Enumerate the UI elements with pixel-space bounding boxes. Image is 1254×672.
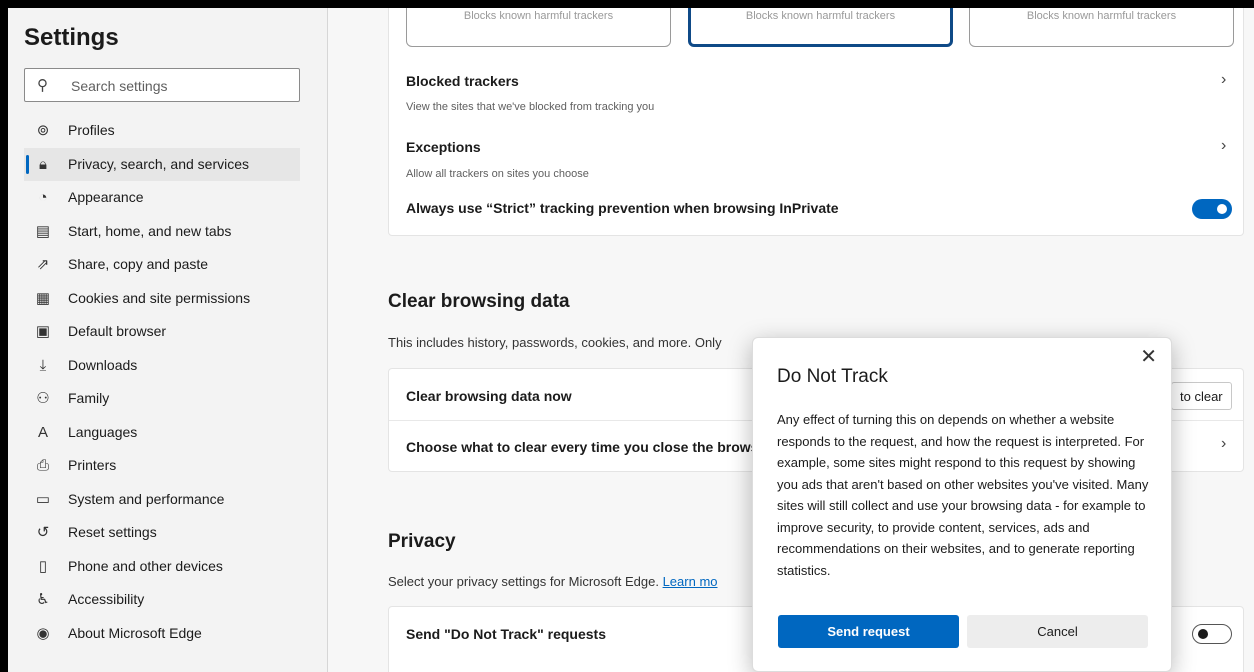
strict-inprivate-label: Always use “Strict” tracking prevention …	[406, 200, 839, 216]
system-icon: ▭	[35, 490, 51, 508]
dialog-body: Any effect of turning this on depends on…	[777, 412, 1149, 578]
clear-browsing-desc: This includes history, passwords, cookie…	[388, 335, 722, 350]
sidebar-item-phone-and-other-devices[interactable]: ▯ Phone and other devices	[24, 550, 300, 584]
dnt-toggle[interactable]	[1192, 624, 1232, 644]
sidebar-item-appearance[interactable]: ◔ Appearance	[24, 181, 300, 215]
page-title: Settings	[24, 24, 119, 51]
tracking-prevention-card: Blocks known harmful trackers Blocks kno…	[388, 8, 1244, 236]
sidebar-item-default-browser[interactable]: ▣ Default browser	[24, 315, 300, 349]
chevron-right-icon[interactable]: ›	[1221, 71, 1226, 89]
sidebar-item-label: About Microsoft Edge	[68, 624, 202, 641]
tile-text: Blocks known harmful trackers	[1026, 10, 1177, 22]
browser-icon: ▣	[35, 323, 51, 340]
sidebar-item-label: Reset settings	[68, 524, 157, 540]
learn-more-link[interactable]: Learn mo	[663, 574, 718, 589]
sidebar-item-label: Phone and other devices	[68, 557, 223, 574]
sidebar-item-label: Privacy, search, and services	[68, 155, 250, 172]
sidebar-item-cookies-and-site-permissions[interactable]: ▦ Cookies and site permissions	[24, 282, 300, 316]
languages-icon: A	[37, 423, 48, 441]
sidebar-item-printers[interactable]: ⎙ Printers	[24, 449, 300, 483]
close-icon[interactable]: ✕	[1140, 344, 1157, 369]
sidebar-item-downloads[interactable]: ⤓ Downloads	[24, 349, 300, 383]
family-icon: ⚇	[36, 390, 50, 407]
sidebar-item-label: Appearance	[68, 189, 144, 205]
search-placeholder: Search settings	[71, 78, 168, 94]
sidebar-item-label: Languages	[68, 423, 138, 440]
sidebar-item-label: Start, home, and new tabs	[68, 222, 232, 239]
clear-on-close-label[interactable]: Choose what to clear every time you clos…	[406, 439, 758, 455]
profile-icon: ⊚	[36, 122, 50, 139]
send-request-button[interactable]: Send request	[778, 615, 959, 648]
clear-browsing-heading: Clear browsing data	[388, 291, 570, 312]
chevron-right-icon[interactable]: ›	[1221, 137, 1226, 155]
search-input[interactable]: ⚲ Search settings	[24, 68, 300, 102]
exceptions-sub: Allow all trackers on sites you choose	[406, 168, 589, 180]
sidebar-item-share-copy-and-paste[interactable]: ⇗ Share, copy and paste	[24, 248, 300, 282]
clear-now-label: Clear browsing data now	[406, 388, 572, 404]
download-icon: ⤓	[39, 356, 47, 374]
active-indicator	[26, 154, 29, 174]
dialog-title: Do Not Track	[777, 366, 888, 387]
home-tabs-icon: ▤	[35, 222, 51, 240]
privacy-desc: Select your privacy settings for Microso…	[388, 574, 718, 589]
main-content: Blocks known harmful trackers Blocks kno…	[328, 8, 1254, 672]
sidebar-item-label: Family	[68, 390, 110, 406]
sidebar-item-label: Accessibility	[68, 591, 145, 607]
tracking-tile-strict[interactable]: Blocks known harmful trackers	[969, 8, 1234, 47]
tile-text: Blocks known harmful trackers	[463, 10, 614, 22]
sidebar: Settings ⚲ Search settings ⊚ Profiles 🔒︎ Pr…	[8, 8, 328, 672]
sidebar-item-label: Profiles	[68, 122, 115, 138]
sidebar-item-privacy-search-and-services[interactable]: 🔒︎ Privacy, search, and services	[24, 147, 300, 181]
palette-icon: ◔	[38, 189, 48, 206]
strict-inprivate-toggle[interactable]	[1192, 199, 1232, 219]
accessibility-icon: ♿︎	[36, 591, 50, 608]
sidebar-item-start-home-and-new-tabs[interactable]: ▤ Start, home, and new tabs	[24, 215, 300, 249]
sidebar-item-languages[interactable]: A Languages	[24, 416, 300, 450]
dnt-label: Send "Do Not Track" requests	[406, 626, 606, 642]
sidebar-item-about-microsoft-edge[interactable]: ◉ About Microsoft Edge	[24, 617, 300, 651]
edge-logo-icon: ◉	[36, 624, 50, 642]
sidebar-item-label: System and performance	[68, 490, 225, 507]
do-not-track-dialog: ✕ Do Not Track Any effect of turning thi…	[752, 337, 1172, 672]
privacy-heading: Privacy	[388, 531, 456, 552]
sidebar-item-label: Cookies and site permissions	[68, 289, 251, 306]
exceptions-title[interactable]: Exceptions	[406, 139, 481, 155]
chevron-right-icon[interactable]: ›	[1221, 435, 1226, 453]
lock-icon: 🔒︎	[39, 155, 47, 173]
choose-what-to-clear-button[interactable]: to clear	[1171, 382, 1232, 410]
sidebar-item-reset-settings[interactable]: ↺ Reset settings	[24, 516, 300, 550]
tile-text: Blocks known harmful trackers	[745, 10, 896, 22]
tracking-tile-balanced[interactable]: Blocks known harmful trackers	[688, 8, 953, 47]
tracking-tile-basic[interactable]: Blocks known harmful trackers	[406, 8, 671, 47]
sidebar-item-family[interactable]: ⚇ Family	[24, 382, 300, 416]
printer-icon: ⎙	[36, 457, 49, 474]
sidebar-item-label: Default browser	[68, 323, 167, 339]
cancel-button[interactable]: Cancel	[967, 615, 1148, 648]
cookies-icon: ▦	[35, 289, 51, 307]
settings-window: Settings ⚲ Search settings ⊚ Profiles 🔒︎ Pr…	[8, 8, 1254, 672]
search-icon: ⚲	[37, 77, 48, 94]
sidebar-item-profiles[interactable]: ⊚ Profiles	[24, 114, 300, 148]
blocked-trackers-title[interactable]: Blocked trackers	[406, 73, 519, 89]
sidebar-item-label: Downloads	[68, 356, 138, 373]
sidebar-item-accessibility[interactable]: ♿︎ Accessibility	[24, 583, 300, 617]
reset-icon: ↺	[36, 524, 50, 541]
privacy-desc-text: Select your privacy settings for Microso…	[388, 574, 659, 589]
sidebar-item-label: Share, copy and paste	[68, 256, 209, 272]
sidebar-nav: ⊚ Profiles 🔒︎ Privacy, search, and services…	[24, 114, 300, 650]
sidebar-item-label: Printers	[68, 457, 117, 473]
blocked-trackers-sub: View the sites that we've blocked from t…	[406, 101, 655, 113]
sidebar-item-system-and-performance[interactable]: ▭ System and performance	[24, 483, 300, 517]
share-icon: ⇗	[36, 256, 50, 273]
phone-icon: ▯	[38, 557, 48, 575]
